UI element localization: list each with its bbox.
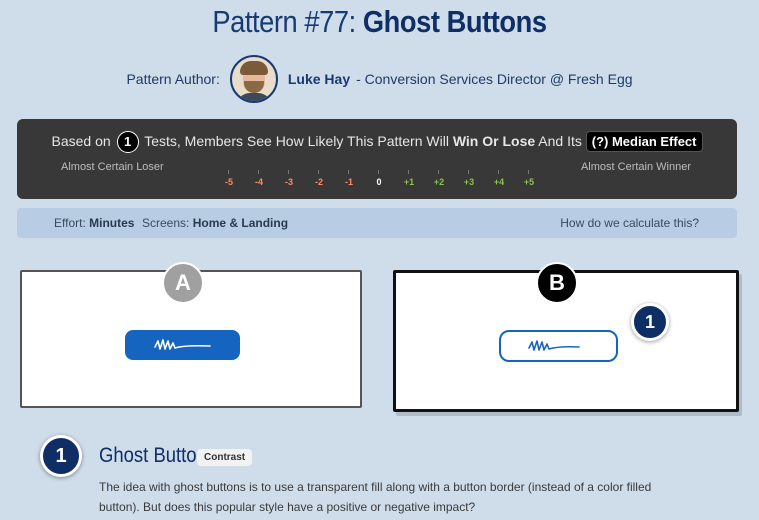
scale-tick: -1 xyxy=(334,170,364,187)
change-description: The idea with ghost buttons is to use a … xyxy=(99,480,652,514)
change-number-badge: 1 xyxy=(40,435,82,477)
based-on-text: Based on xyxy=(51,133,111,149)
scale-tick: -3 xyxy=(274,170,304,187)
title-prefix: Pattern #77: xyxy=(212,4,356,39)
screens-info: Screens: Home & Landing xyxy=(142,216,288,230)
tests-count-badge: 1 xyxy=(116,131,139,154)
contrast-tag[interactable]: Contrast xyxy=(197,449,253,466)
screens-value: Home & Landing xyxy=(192,216,289,230)
author-name[interactable]: Luke Hay xyxy=(288,71,350,87)
effort-label: Effort: xyxy=(54,216,86,230)
scale-tick: -5 xyxy=(214,170,244,187)
scale-tick: +2 xyxy=(424,170,454,187)
page-title: Pattern #77: Ghost Buttons xyxy=(46,4,714,40)
change-marker-b[interactable]: 1 xyxy=(631,303,669,341)
winner-label: Almost Certain Winner xyxy=(580,161,691,173)
likelihood-panel: Based on 1 Tests, Members See How Likely… xyxy=(17,119,737,199)
summary-line: Based on 1 Tests, Members See How Likely… xyxy=(17,131,737,154)
and-its-text: And Its xyxy=(538,133,582,149)
title-main: Ghost Buttons xyxy=(362,4,547,39)
summary-text: Tests, Members See How Likely This Patte… xyxy=(144,133,449,149)
scale-tick: +4 xyxy=(484,170,514,187)
scale-tick: +1 xyxy=(394,170,424,187)
effort-value: Minutes xyxy=(89,216,135,230)
author-row: Pattern Author: Luke Hay - Conversion Se… xyxy=(0,54,759,104)
scale-tick: -4 xyxy=(244,170,274,187)
author-label: Pattern Author: xyxy=(126,71,220,87)
scale-tick: 0 xyxy=(364,170,394,187)
filled-button-sketch xyxy=(125,330,240,360)
avatar[interactable] xyxy=(229,55,278,103)
scale-tick: +3 xyxy=(454,170,484,187)
loser-label: Almost Certain Loser xyxy=(61,161,164,173)
scale-tick: -2 xyxy=(304,170,334,187)
info-bar: Effort: Minutes Screens: Home & Landing … xyxy=(17,208,737,238)
author-role: - Conversion Services Director @ Fresh E… xyxy=(356,71,633,87)
effort-info: Effort: Minutes xyxy=(54,216,134,230)
scribble-icon xyxy=(528,340,580,351)
ghost-button-sketch xyxy=(499,330,618,362)
scale-tick: +5 xyxy=(514,170,544,187)
change-title: Ghost Button xyxy=(99,444,207,467)
effect-scale: -5 -4 -3 -2 -1 0 +1 +2 +3 +4 +5 xyxy=(214,170,547,191)
median-effect-button[interactable]: (?) Median Effect xyxy=(585,131,703,152)
scribble-icon xyxy=(154,339,211,350)
screens-label: Screens: xyxy=(142,216,190,230)
variant-b-badge: B xyxy=(536,262,578,304)
variant-a-badge: A xyxy=(162,262,204,304)
win-lose-text: Win Or Lose xyxy=(452,133,536,149)
how-calculate-link[interactable]: How do we calculate this? xyxy=(560,216,699,230)
